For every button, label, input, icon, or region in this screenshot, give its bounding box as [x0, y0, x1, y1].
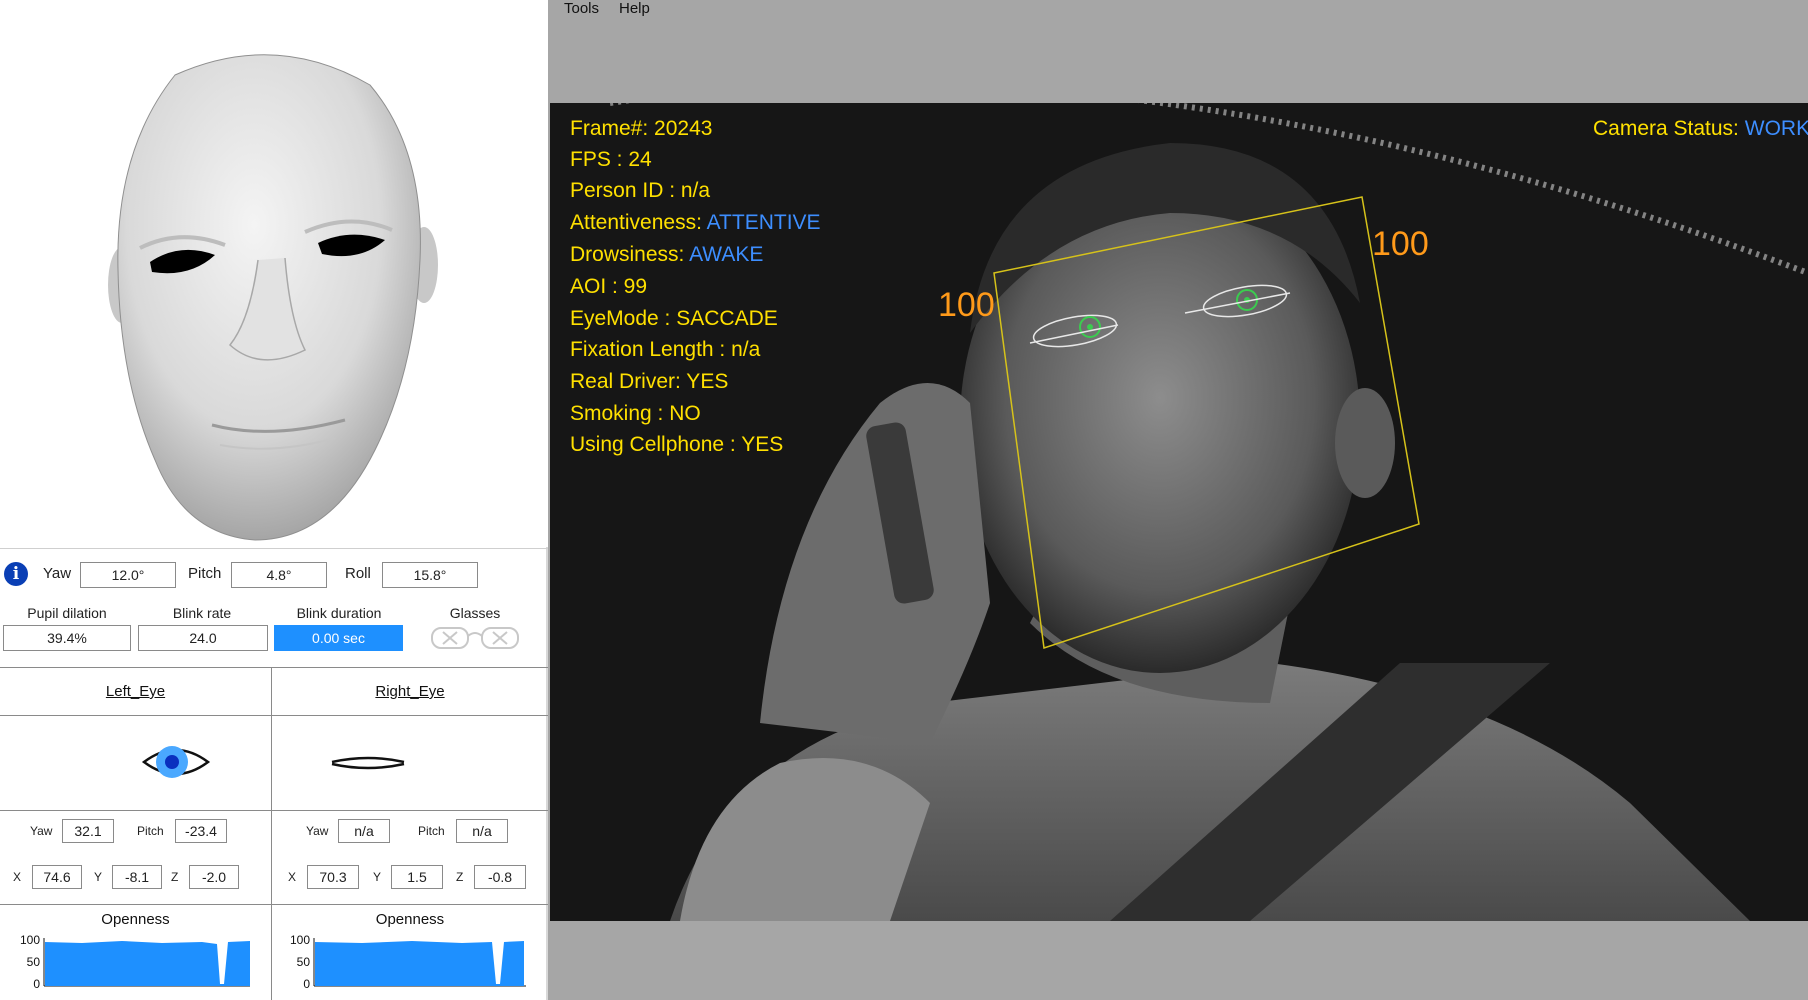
- right-eye-closed-icon: [331, 756, 405, 770]
- right-eye-x-field: 70.3: [307, 865, 359, 889]
- frame-label: Frame#:: [570, 117, 649, 140]
- real-driver-readout: Real Driver: YES: [570, 370, 729, 393]
- glasses-label: Glasses: [449, 605, 501, 621]
- blink-rate-field: 24.0: [138, 625, 268, 651]
- info-icon[interactable]: i: [4, 562, 28, 586]
- right-openness-tick-0: 0: [303, 977, 310, 991]
- camera-status-readout: Camera Status: WORK: [1593, 117, 1808, 141]
- left-eye-x-label: X: [13, 870, 22, 884]
- drowsiness-label: Drowsiness:: [570, 243, 685, 266]
- cellphone-readout: Using Cellphone : YES: [570, 433, 784, 456]
- left-openness-tick-50: 50: [26, 955, 40, 969]
- camera-video-feed: Frame#: 20243 FPS : 24 Person ID : n/a A…: [550, 103, 1808, 921]
- left-eye-y-label: Y: [94, 870, 103, 884]
- right-eye-x-label: X: [288, 870, 297, 884]
- left-eye-openness-chart: [43, 938, 250, 987]
- driver-monitor-side-panel: i Yaw 12.0° Pitch 4.8° Roll 15.8° Pupil …: [0, 0, 548, 1000]
- pupil-dilation-field: 39.4%: [3, 625, 131, 651]
- head-yaw-field: 12.0°: [80, 562, 176, 588]
- fps-label: FPS :: [570, 148, 623, 171]
- person-id-readout: Person ID : n/a: [570, 179, 711, 202]
- pitch-label: Pitch: [188, 565, 222, 582]
- left-eye-yaw-field: 32.1: [62, 819, 114, 843]
- camera-status-label: Camera Status:: [1593, 117, 1739, 140]
- left-eye-pitch-label: Pitch: [137, 824, 164, 838]
- camera-status-value: WORK: [1744, 117, 1808, 140]
- left-openness-tick-0: 0: [33, 977, 40, 991]
- right-eye-openness-title: Openness: [375, 911, 445, 928]
- eye-table-row-line: [0, 715, 548, 716]
- menu-bar: Tools Help: [550, 0, 1808, 22]
- fixation-readout: Fixation Length : n/a: [570, 338, 761, 361]
- aoi-readout: AOI : 99: [570, 275, 648, 298]
- attentiveness-readout: Attentiveness: ATTENTIVE: [570, 211, 821, 235]
- eye-table-row-line: [0, 904, 548, 905]
- right-eye-yaw-label: Yaw: [306, 824, 329, 838]
- head-pitch-field: 4.8°: [231, 562, 327, 588]
- right-eye-openness-chart: [313, 938, 526, 987]
- attentiveness-value: ATTENTIVE: [706, 211, 821, 234]
- right-openness-tick-100: 100: [289, 933, 310, 947]
- left-eye-z-label: Z: [171, 870, 179, 884]
- menu-help[interactable]: Help: [619, 0, 650, 17]
- fps-value: 24: [628, 148, 652, 171]
- left-eye-yaw-label: Yaw: [30, 824, 53, 838]
- left-eye-open-icon: [141, 746, 211, 778]
- glasses-off-icon: [431, 627, 519, 649]
- right-eye-y-label: Y: [373, 870, 382, 884]
- right-eye-title: Right_Eye: [375, 683, 445, 700]
- panel-divider: [0, 548, 548, 549]
- drowsiness-readout: Drowsiness: AWAKE: [570, 243, 763, 267]
- right-eye-y-field: 1.5: [391, 865, 443, 889]
- pupil-dilation-label: Pupil dilation: [27, 605, 107, 621]
- blink-rate-label: Blink rate: [172, 605, 232, 621]
- smoking-readout: Smoking : NO: [570, 402, 701, 425]
- menu-tools[interactable]: Tools: [564, 0, 599, 17]
- head-roll-field: 15.8°: [382, 562, 478, 588]
- eyemode-readout: EyeMode : SACCADE: [570, 307, 778, 330]
- drowsiness-value: AWAKE: [689, 243, 764, 266]
- left-eye-title: Left_Eye: [105, 683, 166, 700]
- left-eye-openness-title: Openness: [101, 911, 170, 928]
- right-eye-z-label: Z: [456, 870, 464, 884]
- left-eye-pitch-field: -23.4: [175, 819, 227, 843]
- roll-label: Roll: [345, 565, 371, 582]
- frame-readout: Frame#: 20243: [570, 117, 712, 141]
- frame-value: 20243: [654, 117, 713, 140]
- left-eye-x-field: 74.6: [32, 865, 82, 889]
- yaw-label: Yaw: [43, 565, 72, 582]
- face-score-left: 100: [938, 286, 995, 324]
- blink-duration-field: 0.00 sec: [274, 625, 403, 651]
- eye-table-row-line: [0, 810, 548, 811]
- fps-readout: FPS : 24: [570, 148, 652, 172]
- right-openness-tick-50: 50: [296, 955, 310, 969]
- right-eye-yaw-field: n/a: [338, 819, 390, 843]
- right-eye-pitch-field: n/a: [456, 819, 508, 843]
- eye-table-column-divider: [271, 667, 272, 1000]
- right-eye-pitch-label: Pitch: [418, 824, 445, 838]
- right-eye-z-field: -0.8: [474, 865, 526, 889]
- face-score-right: 100: [1372, 225, 1429, 263]
- left-eye-y-field: -8.1: [112, 865, 162, 889]
- blink-duration-label: Blink duration: [296, 605, 382, 621]
- left-eye-z-field: -2.0: [189, 865, 239, 889]
- left-openness-tick-100: 100: [19, 933, 40, 947]
- head-model-icon: [108, 54, 438, 541]
- head-model-view: [0, 0, 548, 547]
- attentiveness-label: Attentiveness:: [570, 211, 702, 234]
